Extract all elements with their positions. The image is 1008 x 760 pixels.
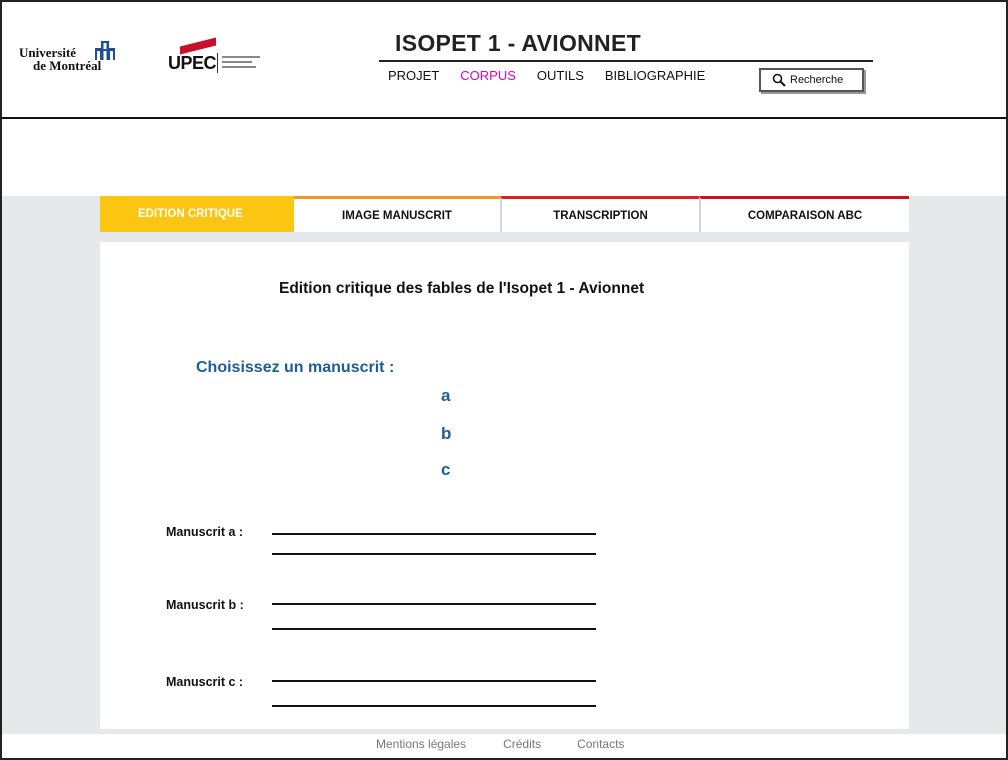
udem-logo-line2: de Montréal xyxy=(33,58,102,73)
search-button[interactable]: Recherche xyxy=(759,68,864,92)
upec-logo-text: UPEC xyxy=(168,53,217,73)
manuscript-b-line-1 xyxy=(272,603,596,605)
manuscript-b-label: Manuscrit b : xyxy=(166,598,244,612)
search-icon xyxy=(772,73,786,87)
udem-logo-text: Université de Montréal xyxy=(19,46,101,72)
upec-logo[interactable]: UPEC xyxy=(168,37,263,76)
nav-item-outils[interactable]: OUTILS xyxy=(537,68,584,83)
upec-bar xyxy=(180,37,216,55)
page-title: Edition critique des fables de l'Isopet … xyxy=(279,280,645,297)
content-panel: Edition critique des fables de l'Isopet … xyxy=(100,242,909,729)
title-divider xyxy=(379,60,873,62)
manuscript-b-line-2 xyxy=(272,628,596,630)
upec-separator xyxy=(217,53,218,73)
tab-edition-critique[interactable]: EDITION CRITIQUE xyxy=(100,196,294,232)
manuscript-c-line-1 xyxy=(272,680,596,682)
site-header: Université de Montréal UPEC ISOPET 1 - A… xyxy=(2,2,1006,118)
footer-link-credits[interactable]: Crédits xyxy=(503,737,541,751)
footer-link-contacts[interactable]: Contacts xyxy=(577,737,624,751)
header-divider xyxy=(2,117,1006,119)
upec-subtitle-mark xyxy=(222,56,260,71)
tab-bar: EDITION CRITIQUE IMAGE MANUSCRIT TRANSCR… xyxy=(100,196,909,232)
search-button-label: Recherche xyxy=(790,74,844,86)
manuscript-link-a[interactable]: a xyxy=(441,386,450,406)
manuscript-a-line-2 xyxy=(272,553,596,555)
manuscript-link-c[interactable]: c xyxy=(441,460,450,480)
tab-transcription[interactable]: TRANSCRIPTION xyxy=(500,196,699,232)
udem-logo[interactable]: Université de Montréal xyxy=(19,40,119,74)
footer-link-mentions[interactable]: Mentions légales xyxy=(376,737,466,751)
manuscript-c-line-2 xyxy=(272,705,596,707)
udem-mark-icon xyxy=(95,41,115,60)
main-nav: PROJET CORPUS OUTILS BIBLIOGRAPHIE xyxy=(388,68,726,83)
manuscript-c-label: Manuscrit c : xyxy=(166,675,244,689)
footer-links: Mentions légales Crédits Contacts xyxy=(376,737,624,751)
site-footer: Mentions légales Crédits Contacts xyxy=(2,734,1006,758)
nav-item-projet[interactable]: PROJET xyxy=(388,68,439,83)
manuscript-link-b[interactable]: b xyxy=(441,424,451,444)
tab-comparaison-abc[interactable]: COMPARAISON ABC xyxy=(699,196,909,232)
choose-manuscript-label: Choisissez un manuscrit : xyxy=(196,359,395,376)
manuscript-a-label: Manuscrit a : xyxy=(166,525,244,539)
nav-item-bibliographie[interactable]: BIBLIOGRAPHIE xyxy=(605,68,705,83)
manuscript-a-line-1 xyxy=(272,533,596,535)
nav-item-corpus[interactable]: CORPUS xyxy=(460,68,516,83)
tab-image-manuscrit[interactable]: IMAGE MANUSCRIT xyxy=(294,196,500,232)
site-title: ISOPET 1 - AVIONNET xyxy=(395,30,641,56)
